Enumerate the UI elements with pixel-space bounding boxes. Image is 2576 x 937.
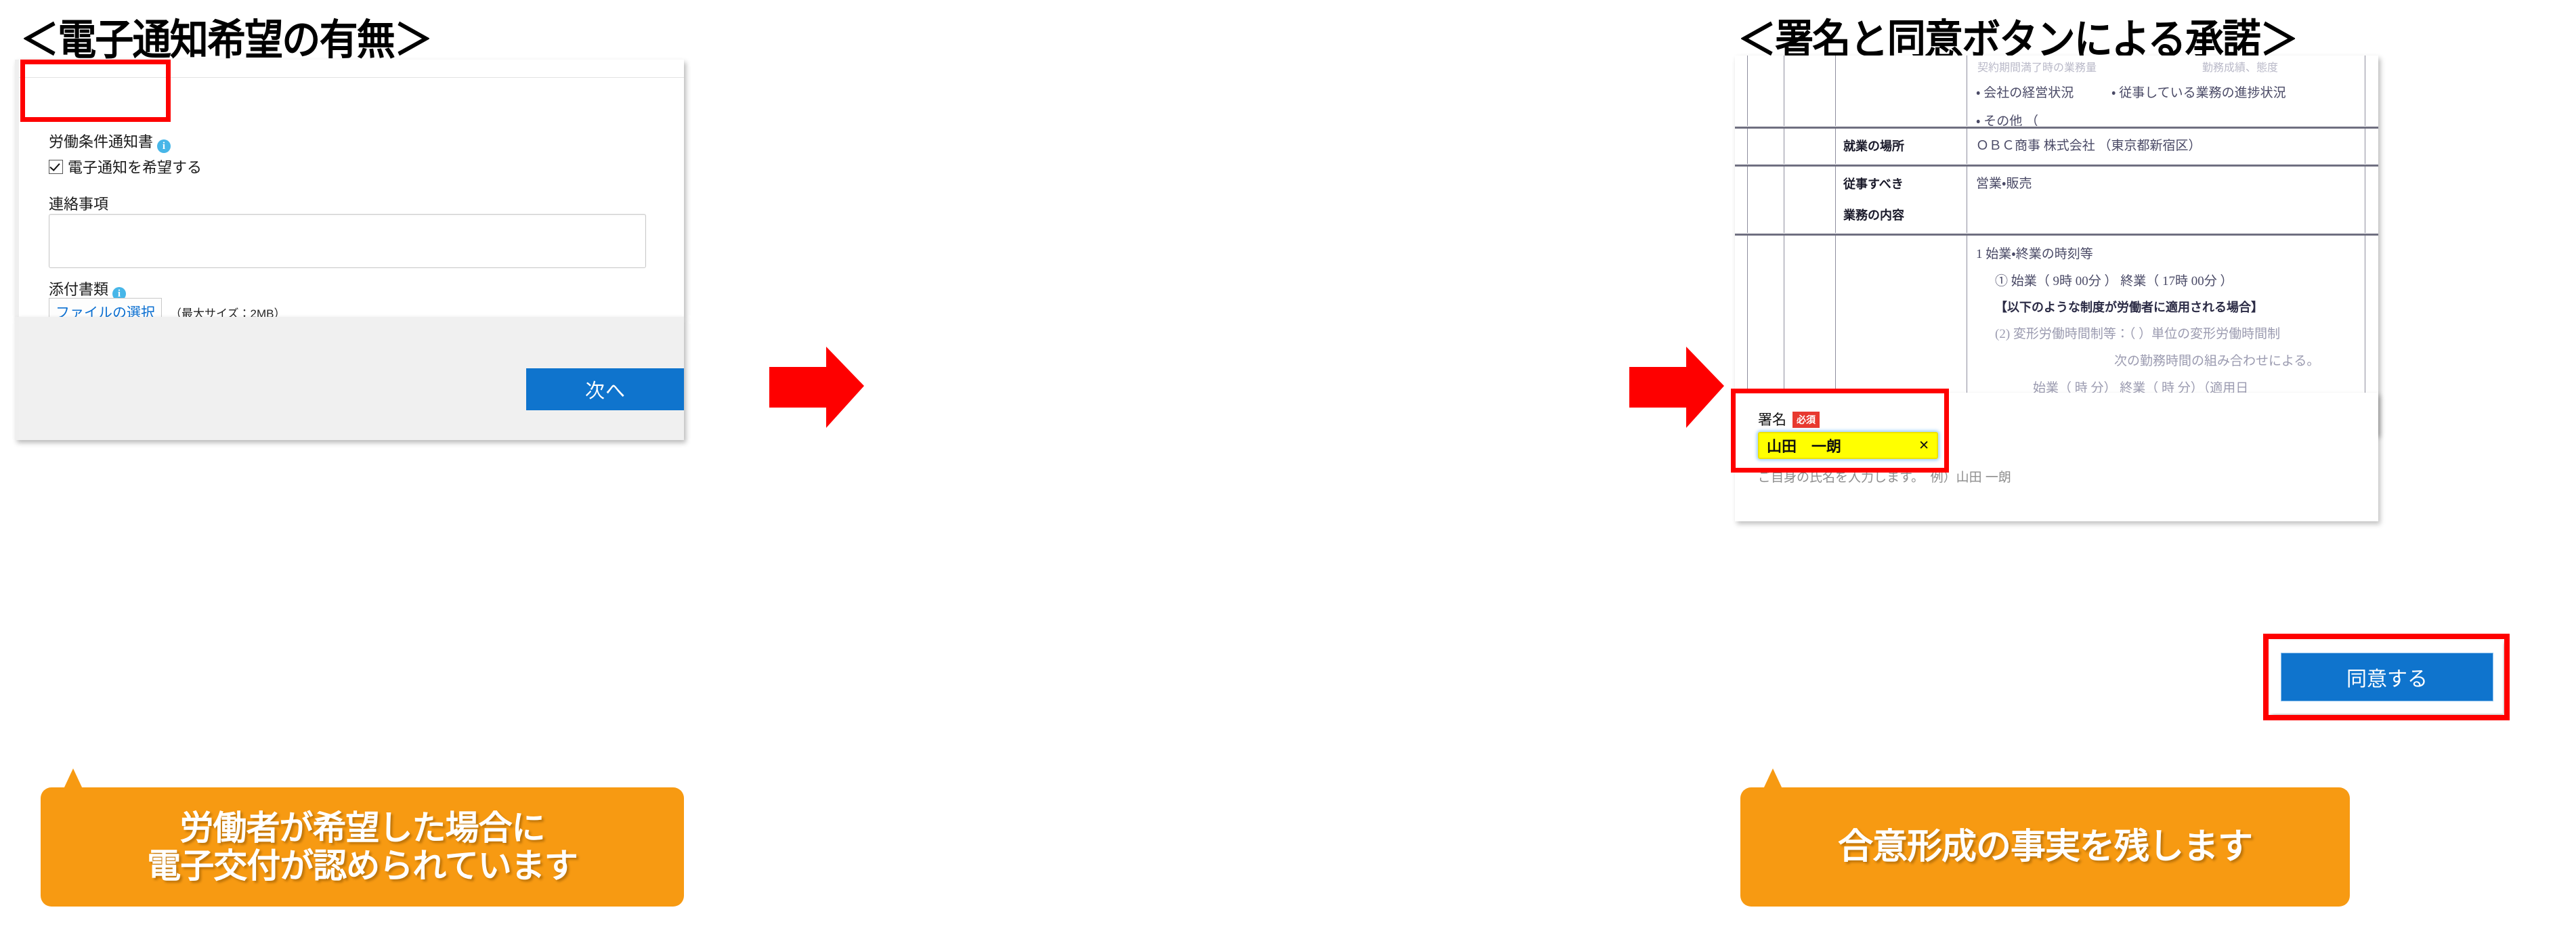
callout-tail bbox=[64, 768, 83, 789]
right-arrow-icon bbox=[769, 347, 864, 428]
file-select-row: ファイルの選択 （最大サイズ：2MB） bbox=[49, 298, 285, 317]
electronic-notice-checkbox-label: 電子通知を希望する bbox=[68, 159, 202, 176]
labor-conditions-label-text: 労働条件通知書 bbox=[49, 133, 154, 150]
callout-panel1-line2: 電子交付が認められています bbox=[147, 847, 578, 885]
attachment-label-text: 添付書類 bbox=[49, 281, 109, 298]
panel-electronic-notice: ＜電子通知希望の有無＞ 労働条件通知書 i 電子通知を希望する 連絡事項 添付書類… bbox=[0, 0, 860, 937]
callout-panel1-text: 労働者が希望した場合に 電子交付が認められています bbox=[147, 809, 578, 885]
next-button[interactable]: 次へ bbox=[526, 368, 684, 410]
form-footer-panel1: 次へ bbox=[15, 317, 684, 440]
highlight-box-electronic-notice bbox=[20, 60, 171, 122]
panel-signature-agreement: ＜署名と同意ボタンによる承諾＞ 契約期間満了時の業務量 勤務成績、態度 ・ 会社… bbox=[860, 0, 2510, 937]
right-arrow-icon bbox=[1629, 347, 1724, 428]
callout-panel1-line1: 労働者が希望した場合に bbox=[179, 809, 546, 847]
file-size-note: （最大サイズ：2MB） bbox=[170, 307, 286, 317]
info-icon[interactable]: i bbox=[157, 139, 171, 153]
file-select-button[interactable]: ファイルの選択 bbox=[49, 298, 162, 317]
contact-notes-label: 連絡事項 bbox=[49, 196, 109, 213]
contact-notes-textarea[interactable] bbox=[49, 214, 646, 268]
highlight-box-signature bbox=[1731, 389, 1949, 473]
attachment-label: 添付書類 i bbox=[49, 278, 127, 301]
highlight-box-agree bbox=[2263, 634, 2510, 720]
labor-conditions-label: 労働条件通知書 i bbox=[49, 130, 171, 153]
electronic-notice-checkbox[interactable] bbox=[49, 159, 63, 174]
electronic-notice-checkbox-row[interactable]: 電子通知を希望する bbox=[49, 156, 202, 177]
callout-panel1: 労働者が希望した場合に 電子交付が認められています bbox=[41, 768, 684, 907]
section-heading-panel1: ＜電子通知希望の有無＞ bbox=[20, 17, 433, 64]
